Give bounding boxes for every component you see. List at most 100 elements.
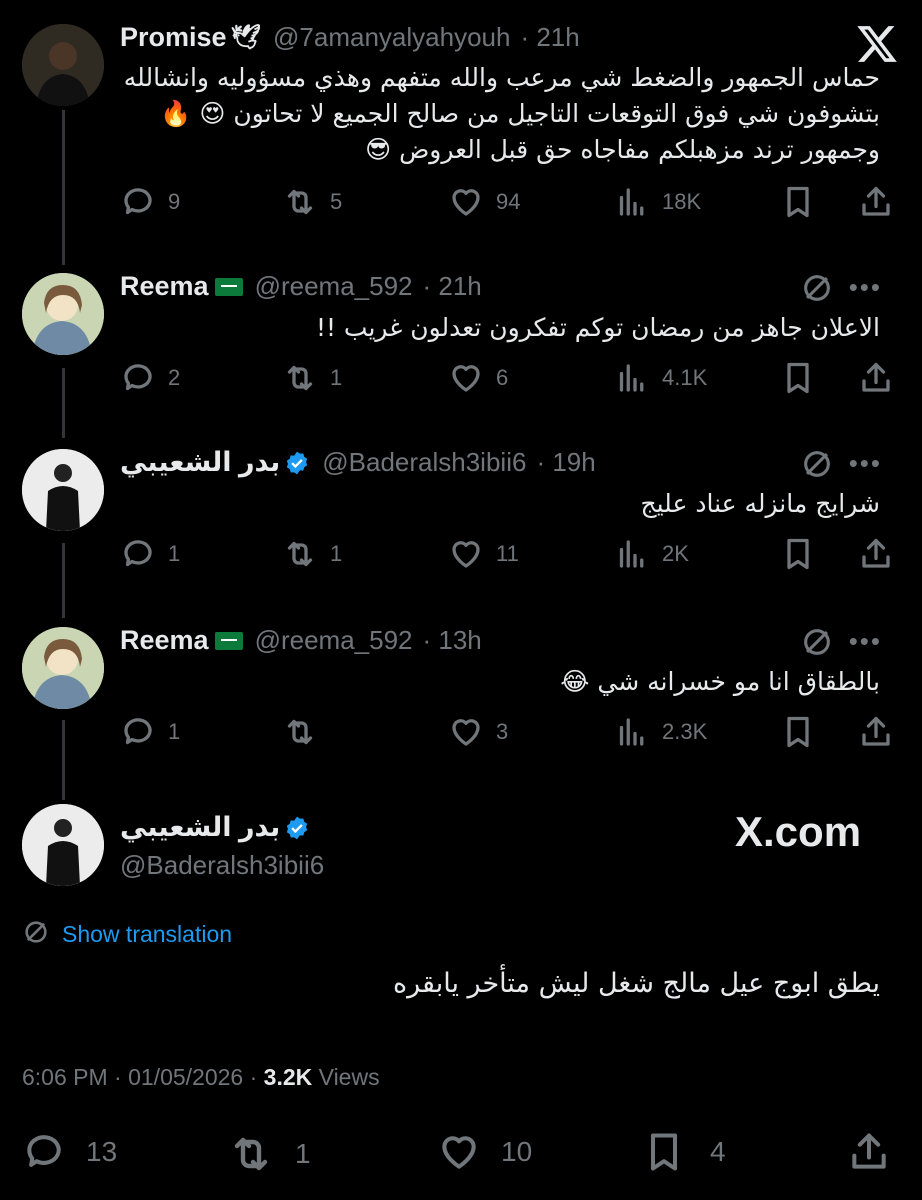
repost-button[interactable]: 1 bbox=[282, 360, 342, 396]
reply-icon bbox=[27, 1135, 61, 1167]
bookmark-button[interactable] bbox=[780, 184, 816, 220]
views-count: 2K bbox=[662, 541, 689, 566]
like-count: 10 bbox=[501, 1136, 533, 1167]
tweet-actions: 9 5 94 18K bbox=[120, 184, 900, 224]
show-translation-label: Show translation bbox=[62, 921, 233, 947]
share-button[interactable] bbox=[858, 714, 894, 750]
repost-icon bbox=[234, 1137, 268, 1171]
views-button[interactable]: 2K bbox=[614, 536, 689, 572]
more-options-icon[interactable]: ••• bbox=[849, 626, 882, 657]
author-handle[interactable]: @reema_592 bbox=[255, 271, 413, 302]
heart-icon bbox=[452, 189, 480, 216]
bookmark-button[interactable] bbox=[780, 536, 816, 572]
reply-button[interactable]: 9 bbox=[120, 184, 180, 220]
reply-button[interactable]: 1 bbox=[120, 536, 180, 572]
bookmark-button[interactable] bbox=[780, 360, 816, 396]
share-icon bbox=[852, 1133, 886, 1169]
saudi-flag-icon bbox=[214, 631, 243, 650]
author-handle[interactable]: @Baderalsh3ibii6 bbox=[120, 850, 324, 881]
avatar[interactable] bbox=[22, 24, 104, 106]
reply-icon bbox=[124, 188, 152, 215]
reply-button[interactable]: 1 bbox=[120, 714, 180, 750]
bookmark-button[interactable]: 4 bbox=[642, 1130, 726, 1174]
like-button[interactable]: 94 bbox=[448, 184, 520, 220]
post-time[interactable]: · 19h bbox=[536, 447, 595, 478]
repost-count: 1 bbox=[330, 541, 343, 566]
tweet-actions: 2 1 6 4.1K bbox=[120, 360, 900, 400]
views-total: 3.2K bbox=[263, 1064, 313, 1090]
like-button[interactable]: 10 bbox=[437, 1130, 532, 1174]
reply-button[interactable]: 13 bbox=[22, 1130, 117, 1174]
bookmark-icon bbox=[787, 538, 809, 570]
avatar[interactable] bbox=[22, 449, 104, 531]
repost-button[interactable]: 5 bbox=[282, 184, 342, 220]
repost-count: 5 bbox=[330, 189, 343, 214]
like-button[interactable]: 6 bbox=[448, 360, 508, 396]
repost-button[interactable]: 1 bbox=[282, 536, 342, 572]
views-button[interactable]: 4.1K bbox=[614, 360, 707, 396]
heart-icon bbox=[452, 365, 480, 392]
author-name[interactable]: Promise 🕊 @7amanyalyahyouh · 21h bbox=[120, 22, 580, 53]
repost-button[interactable] bbox=[282, 714, 330, 750]
thread-line bbox=[62, 110, 65, 265]
author-name[interactable]: بدر الشعيبي @Baderalsh3ibii6 · 19h bbox=[120, 447, 596, 478]
post-timestamp[interactable]: 6:06 PM · 01/05/2026 · bbox=[22, 1064, 257, 1090]
views-count: 18K bbox=[662, 189, 702, 214]
author-name-text: بدر الشعيبي bbox=[120, 447, 281, 477]
reply-icon bbox=[124, 540, 152, 567]
author-name[interactable]: Reema @reema_592 · 21h bbox=[120, 271, 482, 302]
like-button[interactable]: 3 bbox=[448, 714, 508, 750]
views-button[interactable]: 2.3K bbox=[614, 714, 707, 750]
more-options-icon[interactable]: ••• bbox=[849, 272, 882, 303]
repost-count: 1 bbox=[295, 1138, 311, 1169]
translate-icon[interactable] bbox=[800, 625, 834, 664]
translate-icon[interactable] bbox=[800, 447, 834, 486]
repost-button[interactable]: 1 bbox=[227, 1130, 311, 1178]
repost-icon bbox=[287, 189, 313, 215]
heart-icon bbox=[442, 1136, 476, 1169]
reply-button[interactable]: 2 bbox=[120, 360, 180, 396]
author-handle[interactable]: @7amanyalyahyouh bbox=[273, 22, 510, 53]
share-button[interactable] bbox=[858, 360, 894, 396]
tweet-text: بالطقاق انا مو خسرانه شي 😂 bbox=[560, 667, 880, 696]
post-time[interactable]: · 21h bbox=[423, 271, 482, 302]
like-count: 11 bbox=[496, 541, 519, 566]
more-options-icon[interactable]: ••• bbox=[849, 448, 882, 479]
share-button[interactable] bbox=[858, 184, 894, 220]
bookmark-icon bbox=[787, 716, 809, 748]
bookmark-button[interactable] bbox=[780, 714, 816, 750]
author-name-text: Reema bbox=[120, 271, 209, 301]
heart-icon bbox=[452, 541, 480, 568]
author-handle[interactable]: @reema_592 bbox=[255, 625, 413, 656]
views-button[interactable]: 18K bbox=[614, 184, 701, 220]
verified-badge-icon bbox=[287, 451, 308, 474]
share-button[interactable] bbox=[847, 1130, 891, 1174]
main-tweet-actions: 13 1 10 4 bbox=[22, 1130, 902, 1171]
post-time[interactable]: · 13h bbox=[423, 625, 482, 656]
like-button[interactable]: 11 bbox=[448, 536, 519, 572]
tweet-actions: 1 1 11 2K bbox=[120, 536, 900, 576]
analytics-icon bbox=[619, 718, 644, 746]
show-translation-link[interactable]: Show translation bbox=[22, 918, 232, 951]
reply-count: 2 bbox=[168, 365, 181, 390]
views-label: Views bbox=[318, 1064, 380, 1090]
author-handle[interactable]: @Baderalsh3ibii6 bbox=[322, 447, 526, 478]
author-name[interactable]: Reema @reema_592 · 13h bbox=[120, 625, 482, 656]
avatar[interactable] bbox=[22, 627, 104, 709]
share-button[interactable] bbox=[858, 536, 894, 572]
repost-count: 1 bbox=[330, 365, 343, 390]
translate-icon[interactable] bbox=[800, 271, 834, 310]
author-name-text: Promise bbox=[120, 22, 227, 52]
author-name[interactable]: بدر الشعيبي bbox=[120, 812, 310, 843]
repost-icon bbox=[287, 719, 313, 745]
reply-count: 9 bbox=[168, 189, 181, 214]
avatar[interactable] bbox=[22, 804, 104, 886]
tweet-line: وجمهور ترند مزهبلكم مفاجاه حق قبل العروض… bbox=[365, 135, 880, 164]
post-time[interactable]: · 21h bbox=[520, 22, 579, 53]
share-icon bbox=[862, 186, 890, 216]
share-icon bbox=[862, 538, 890, 568]
share-icon bbox=[862, 362, 890, 392]
thread-line bbox=[62, 543, 65, 618]
avatar[interactable] bbox=[22, 273, 104, 355]
translate-icon bbox=[22, 918, 50, 951]
